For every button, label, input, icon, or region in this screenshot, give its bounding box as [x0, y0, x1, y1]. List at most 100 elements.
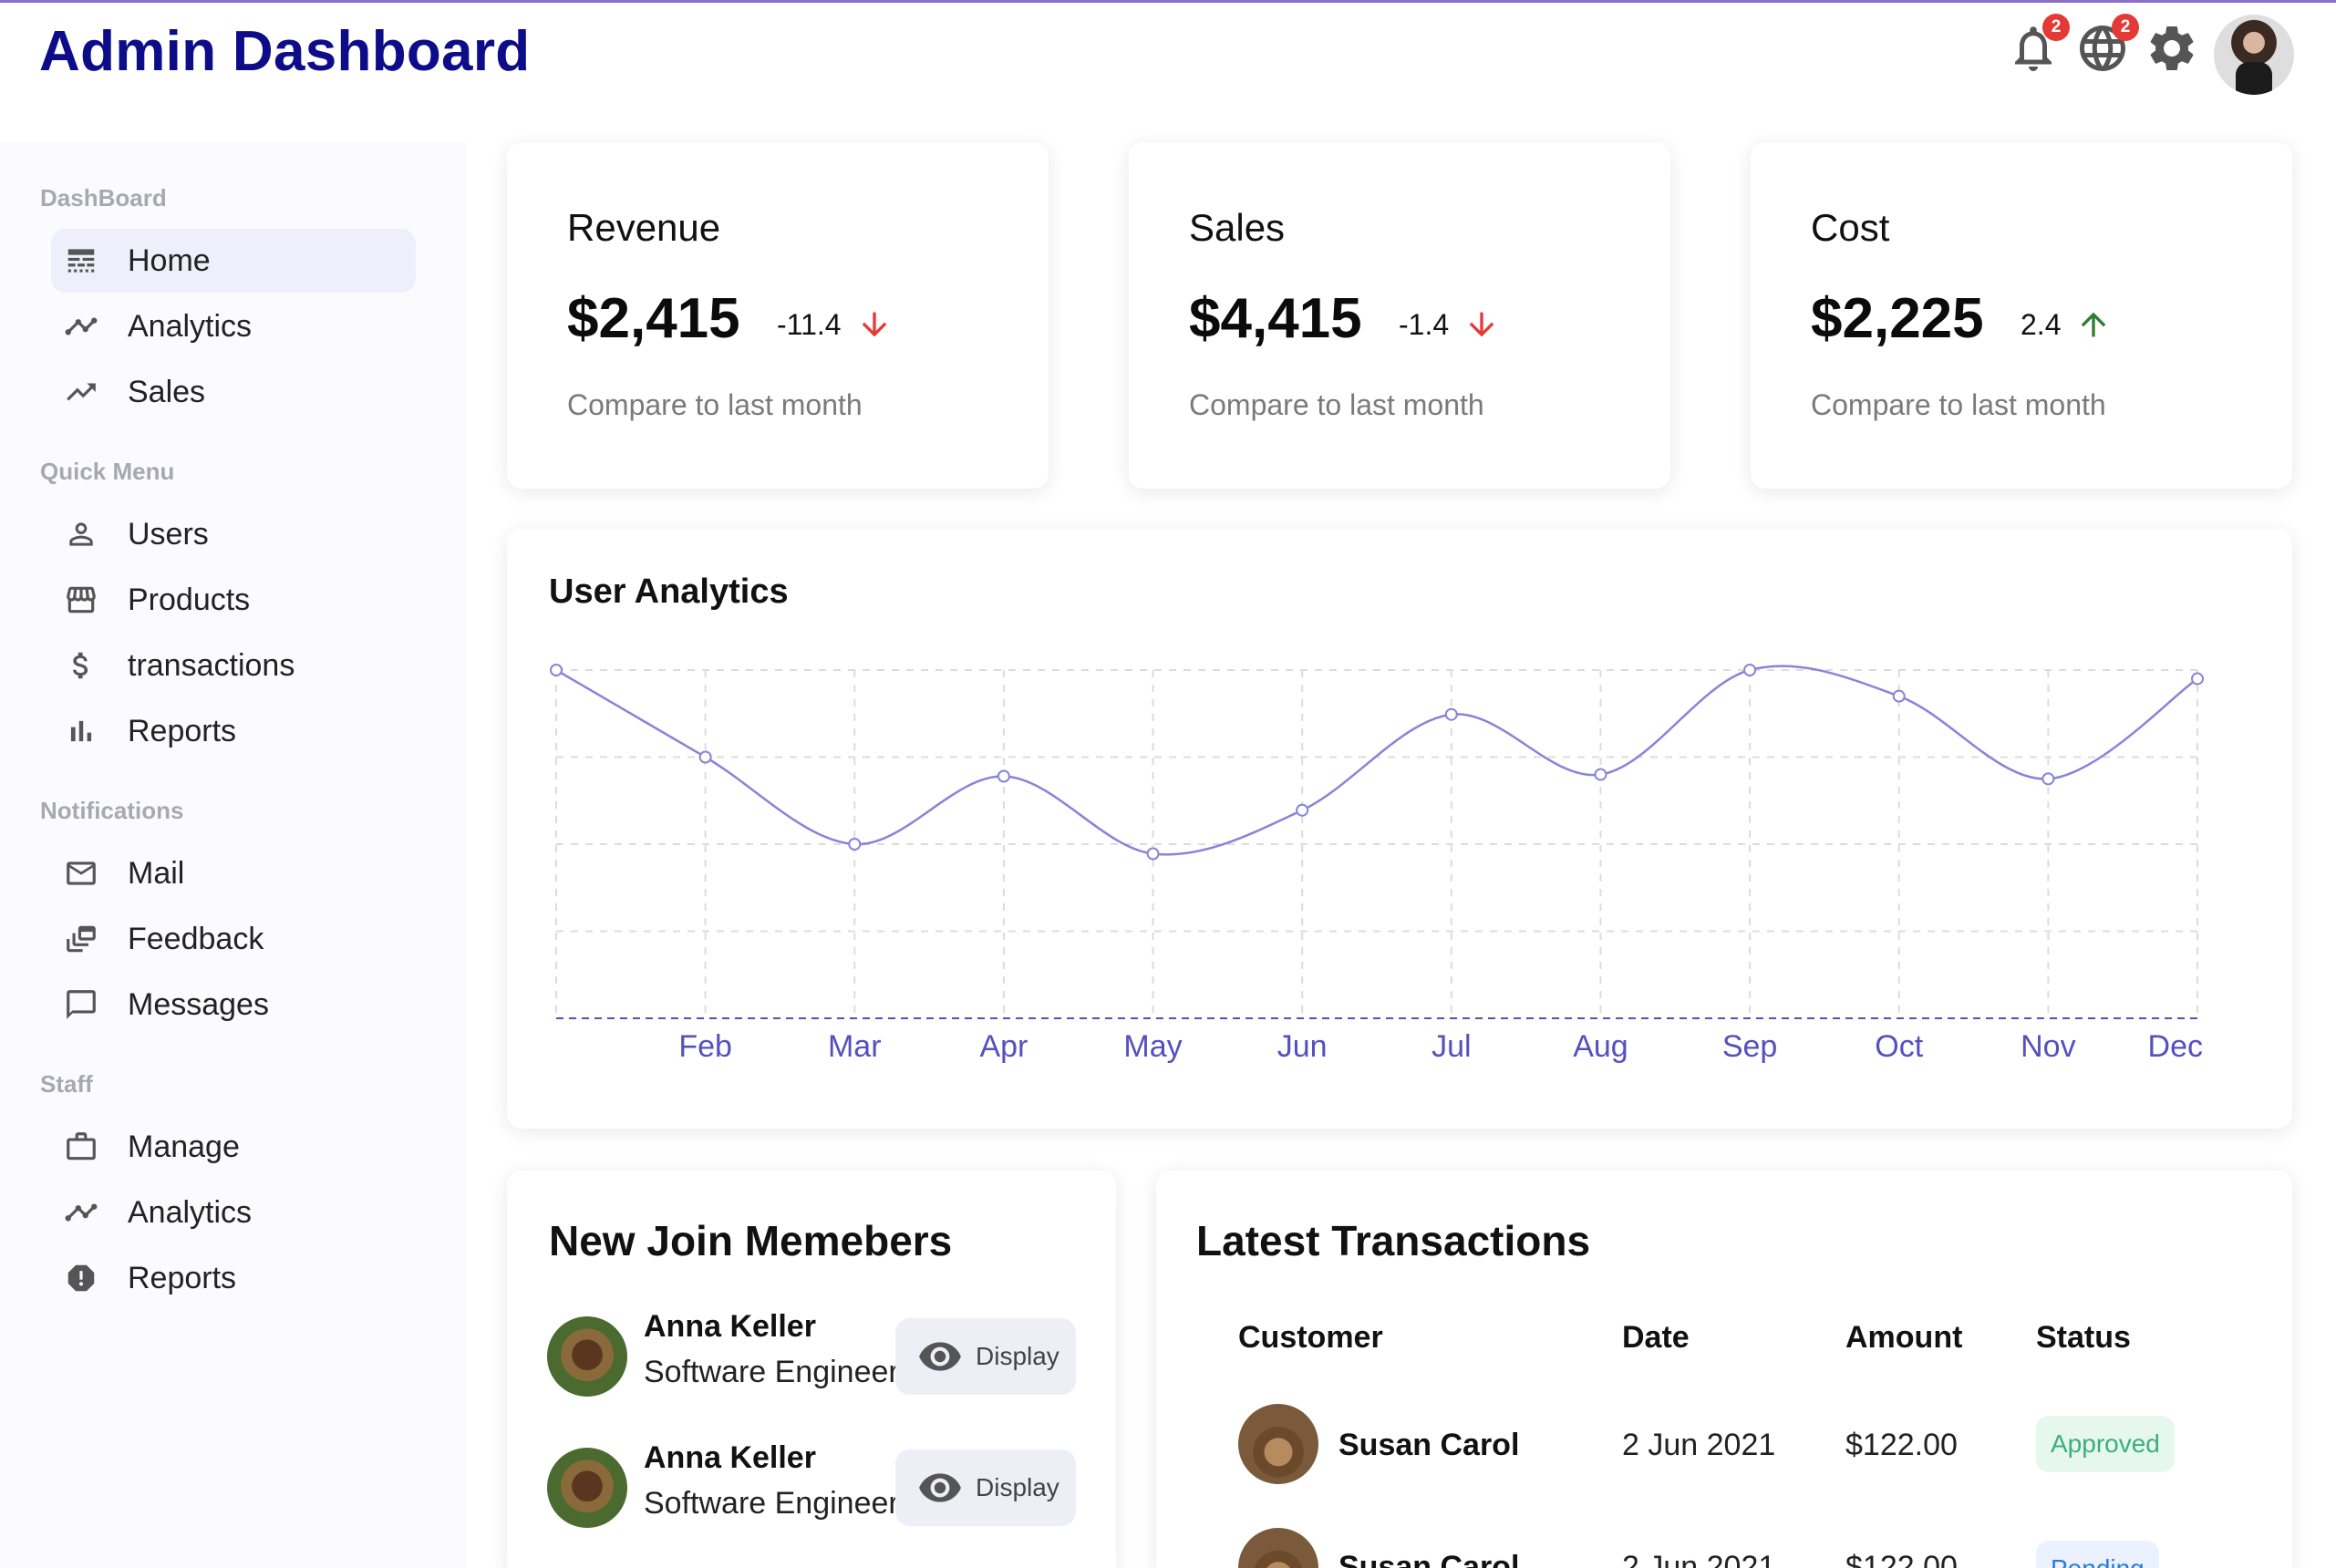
sidebar-item-label: Home: [128, 242, 211, 278]
sidebar-item-messages[interactable]: Messages: [51, 973, 416, 1037]
visibility-icon: [919, 1473, 961, 1502]
sidebar-item-manage[interactable]: Manage: [51, 1115, 416, 1179]
sidebar-item-staff-reports[interactable]: Reports: [51, 1246, 416, 1310]
sidebar-item-label: Manage: [128, 1129, 240, 1164]
sidebar-section-title: Staff: [40, 1070, 93, 1098]
user-avatar[interactable]: [2214, 15, 2294, 95]
featured-title: Revenue: [567, 206, 721, 249]
data-point: [550, 664, 563, 676]
sidebar-item-label: Mail: [128, 855, 185, 891]
gear-icon: [2150, 26, 2194, 70]
bar-chart-icon: [62, 712, 100, 750]
x-tick-label: Oct: [1875, 1029, 1923, 1064]
table-header-status: Status: [2036, 1320, 2131, 1355]
customer-name: Susan Carol: [1339, 1550, 1520, 1568]
x-tick-label: Aug: [1573, 1029, 1628, 1064]
sidebar-item-staff-analytics[interactable]: Analytics: [51, 1181, 416, 1244]
transaction-date: 2 Jun 2021: [1622, 1550, 1776, 1568]
data-point: [1146, 847, 1160, 861]
dynamic-feed-icon: [62, 920, 100, 958]
sidebar-item-label: Feedback: [128, 921, 264, 956]
featured-rate: -1.4: [1399, 306, 1500, 343]
visibility-icon: [919, 1342, 961, 1371]
sidebar-item-label: Sales: [128, 374, 206, 409]
featured-rate: -11.4: [777, 306, 893, 343]
data-point: [2041, 772, 2055, 786]
sidebar-item-feedback[interactable]: Feedback: [51, 907, 416, 971]
notifications-button[interactable]: 2: [2006, 14, 2070, 76]
sidebar-item-mail[interactable]: Mail: [51, 841, 416, 905]
sidebar-item-products[interactable]: Products: [51, 568, 416, 632]
x-tick-label: May: [1123, 1029, 1182, 1064]
member-name: Anna Keller: [644, 1309, 816, 1344]
sidebar: DashBoard Home Analytics Sales Quick Men…: [0, 142, 467, 1568]
featured-title: Cost: [1811, 206, 1890, 249]
data-point: [1296, 803, 1309, 817]
sidebar-item-analytics[interactable]: Analytics: [51, 294, 416, 358]
widget-title: New Join Memebers: [549, 1217, 953, 1264]
app-logo[interactable]: Admin Dashboard: [39, 19, 530, 84]
x-tick-label: Feb: [678, 1029, 732, 1064]
data-point: [1594, 768, 1607, 781]
data-point: [1444, 707, 1458, 721]
table-header-amount: Amount: [1845, 1320, 1963, 1355]
data-point: [848, 838, 862, 851]
x-tick-label: Dec: [2148, 1029, 2203, 1064]
display-button[interactable]: Display: [895, 1318, 1076, 1395]
featured-rate-value: -11.4: [777, 307, 842, 341]
status-badge: Pending: [2036, 1541, 2159, 1568]
featured-card-cost: Cost $2,225 2.4 Compare to last month: [1751, 142, 2292, 489]
arrow-downward-icon: [1469, 312, 1494, 337]
table-header-date: Date: [1622, 1320, 1690, 1355]
display-button[interactable]: Display: [895, 1449, 1076, 1526]
x-tick-label: Jul: [1432, 1029, 1471, 1064]
notifications-badge: 2: [2042, 14, 2070, 41]
sidebar-item-reports[interactable]: Reports: [51, 699, 416, 763]
transaction-amount: $122.00: [1845, 1550, 1958, 1568]
sidebar-item-transactions[interactable]: transactions: [51, 634, 416, 697]
transaction-date: 2 Jun 2021: [1622, 1428, 1776, 1462]
chat-bubble-outline-icon: [62, 985, 100, 1024]
line-style-icon: [62, 242, 100, 280]
sidebar-item-label: Analytics: [128, 308, 253, 344]
settings-button[interactable]: [2145, 21, 2199, 76]
transaction-amount: $122.00: [1845, 1428, 1958, 1462]
report-icon: [62, 1259, 100, 1297]
language-badge: 2: [2112, 14, 2139, 41]
widget-title: Latest Transactions: [1196, 1217, 1591, 1264]
sidebar-item-label: Messages: [128, 986, 269, 1022]
series-line: [555, 665, 2198, 856]
storefront-icon: [62, 581, 100, 619]
language-button[interactable]: 2: [2075, 14, 2139, 76]
sidebar-section-title: DashBoard: [40, 184, 167, 211]
sidebar-section-title: Notifications: [40, 797, 184, 824]
sidebar-item-label: transactions: [128, 647, 295, 683]
sidebar-item-sales[interactable]: Sales: [51, 360, 416, 424]
x-tick-label: Mar: [828, 1029, 882, 1064]
user-analytics-chart: User Analytics Feb Mar Apr May Jun Jul Aug Sep O…: [507, 529, 2292, 1129]
sidebar-item-home[interactable]: Home: [51, 229, 416, 293]
dollar-icon: [62, 646, 100, 685]
featured-value: $4,415: [1189, 287, 1362, 350]
data-point: [1743, 664, 1757, 676]
featured-value: $2,415: [567, 287, 740, 350]
customer-avatar: [1238, 1404, 1318, 1484]
featured-rate-value: -1.4: [1399, 307, 1450, 341]
status-badge: Approved: [2036, 1416, 2175, 1472]
sidebar-item-label: Analytics: [128, 1194, 253, 1230]
timeline-icon: [62, 307, 100, 346]
sidebar-item-users[interactable]: Users: [51, 502, 416, 566]
featured-subtitle: Compare to last month: [1811, 388, 2106, 421]
member-name: Anna Keller: [644, 1440, 816, 1475]
latest-transactions-widget: Latest Transactions: [1156, 1171, 2292, 1568]
featured-subtitle: Compare to last month: [567, 388, 863, 421]
sidebar-section-title: Quick Menu: [40, 458, 175, 485]
sidebar-item-label: Products: [128, 582, 251, 617]
arrow-downward-icon: [862, 312, 886, 337]
sidebar-item-label: Reports: [128, 713, 237, 748]
x-tick-label: Nov: [2021, 1029, 2075, 1064]
customer-name: Susan Carol: [1339, 1428, 1520, 1462]
topbar: Admin Dashboard 2 2: [0, 3, 2336, 139]
timeline-icon: [62, 1193, 100, 1232]
member-title: Software Engineer: [644, 1355, 899, 1389]
